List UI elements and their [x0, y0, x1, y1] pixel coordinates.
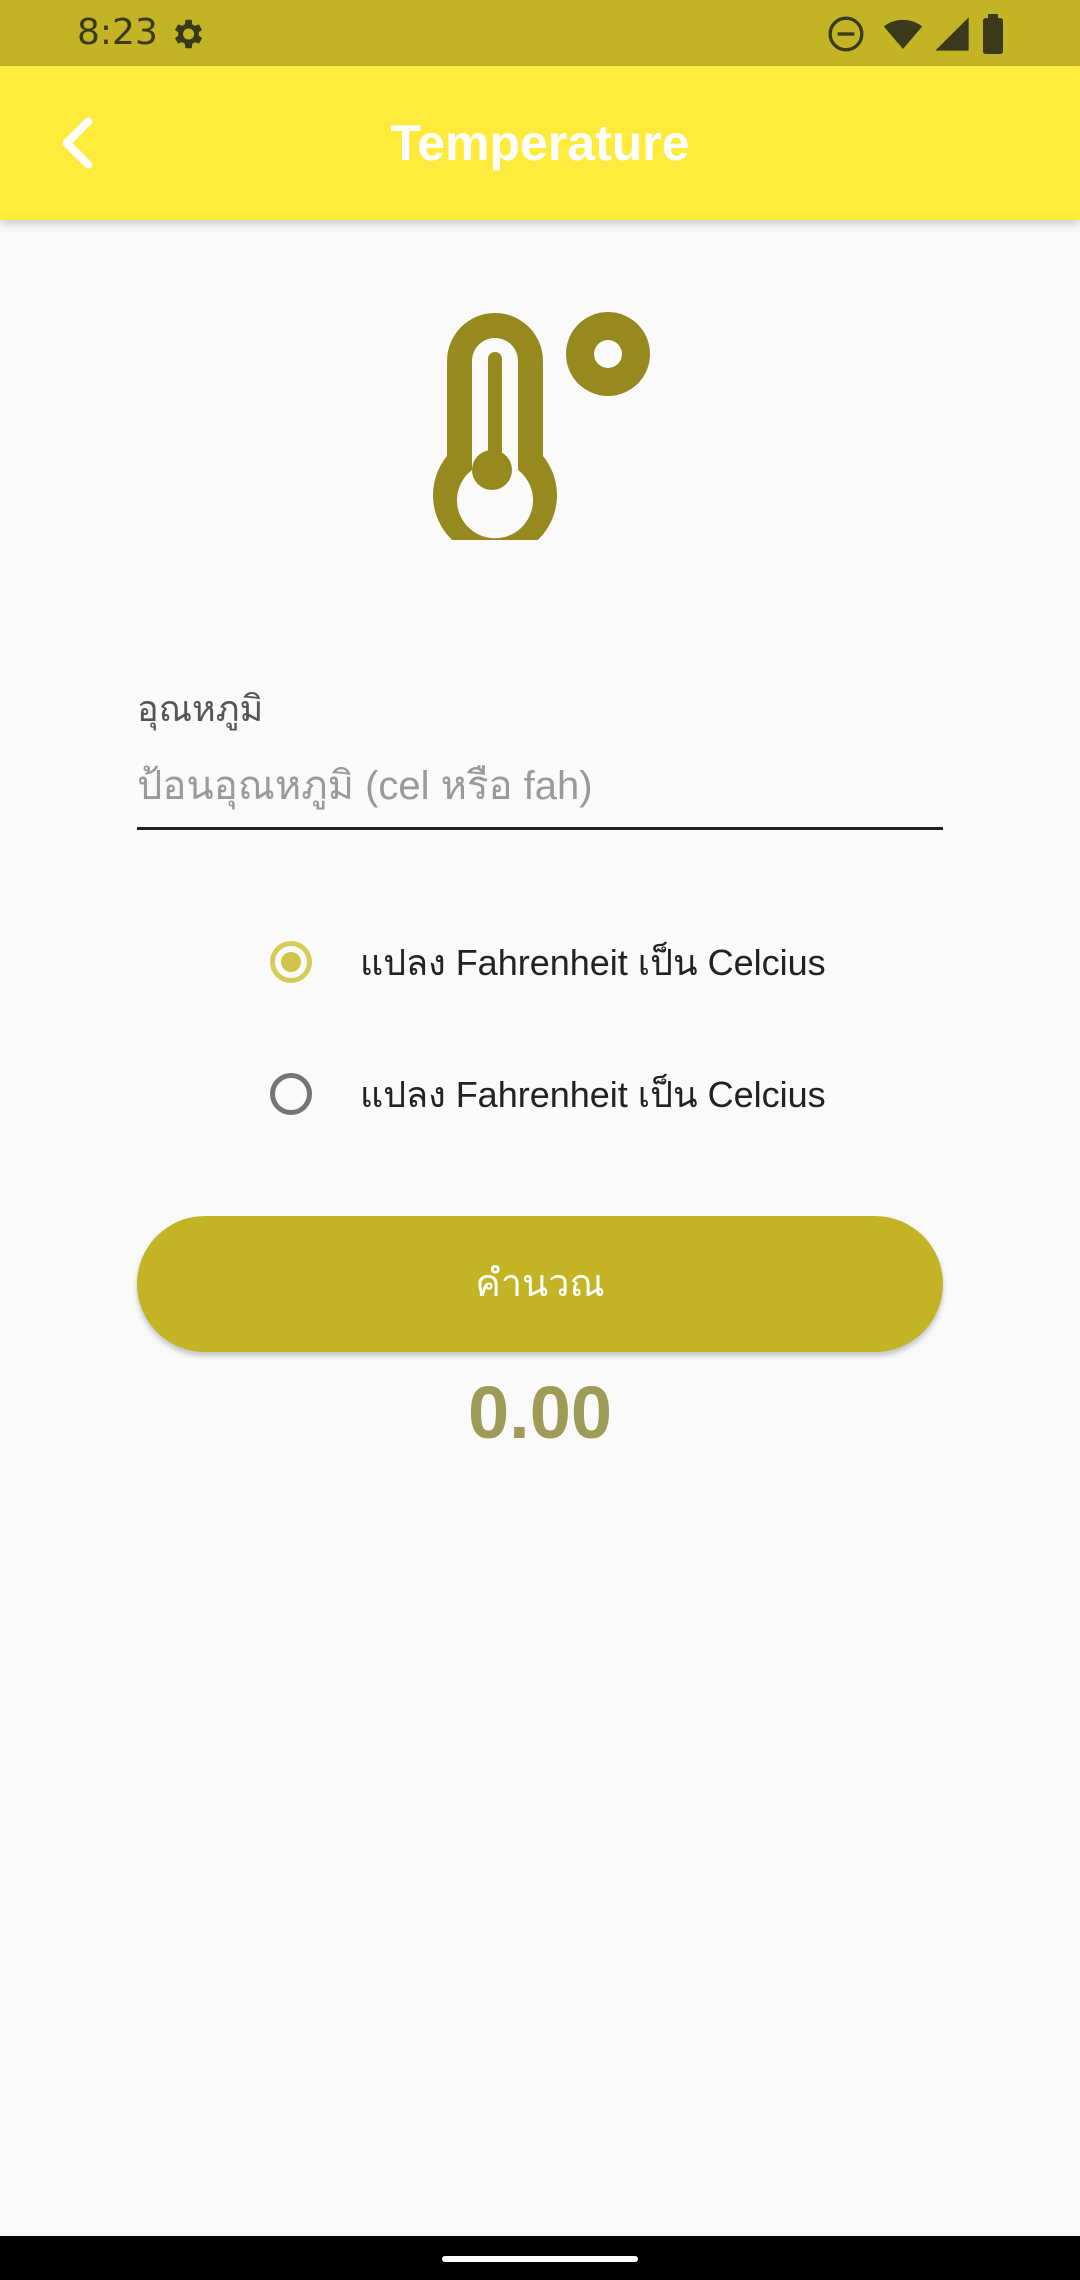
settings-icon — [174, 19, 203, 49]
temperature-label: อุณหภูมิ — [137, 688, 264, 729]
radio-unselected-icon[interactable] — [270, 1073, 312, 1115]
battery-icon — [983, 14, 1003, 54]
status-time: 8:23 — [77, 12, 158, 53]
radio-label: แปลง Fahrenheit เป็น Celcius — [360, 941, 826, 983]
radio-option-c-to-f[interactable]: แปลง Fahrenheit เป็น Celcius — [270, 1064, 826, 1124]
navigation-bar — [0, 2236, 1080, 2280]
app-bar: Temperature — [0, 66, 1080, 220]
signal-icon — [935, 17, 969, 51]
page-title: Temperature — [390, 115, 690, 171]
back-arrow-icon[interactable] — [42, 106, 116, 180]
calculate-button[interactable]: คำนวณ — [137, 1216, 943, 1352]
status-bar: 8:23 — [0, 0, 1080, 66]
result-value: 0.00 — [467, 1371, 613, 1454]
thermometer-degree-icon — [433, 312, 650, 540]
do-not-disturb-icon — [828, 16, 864, 52]
radio-option-f-to-c[interactable]: แปลง Fahrenheit เป็น Celcius — [270, 932, 826, 992]
wifi-icon — [883, 19, 923, 49]
radio-selected-icon[interactable] — [270, 941, 312, 983]
home-indicator[interactable] — [442, 2256, 638, 2262]
radio-label: แปลง Fahrenheit เป็น Celcius — [360, 1073, 826, 1115]
temperature-input[interactable] — [137, 745, 943, 830]
